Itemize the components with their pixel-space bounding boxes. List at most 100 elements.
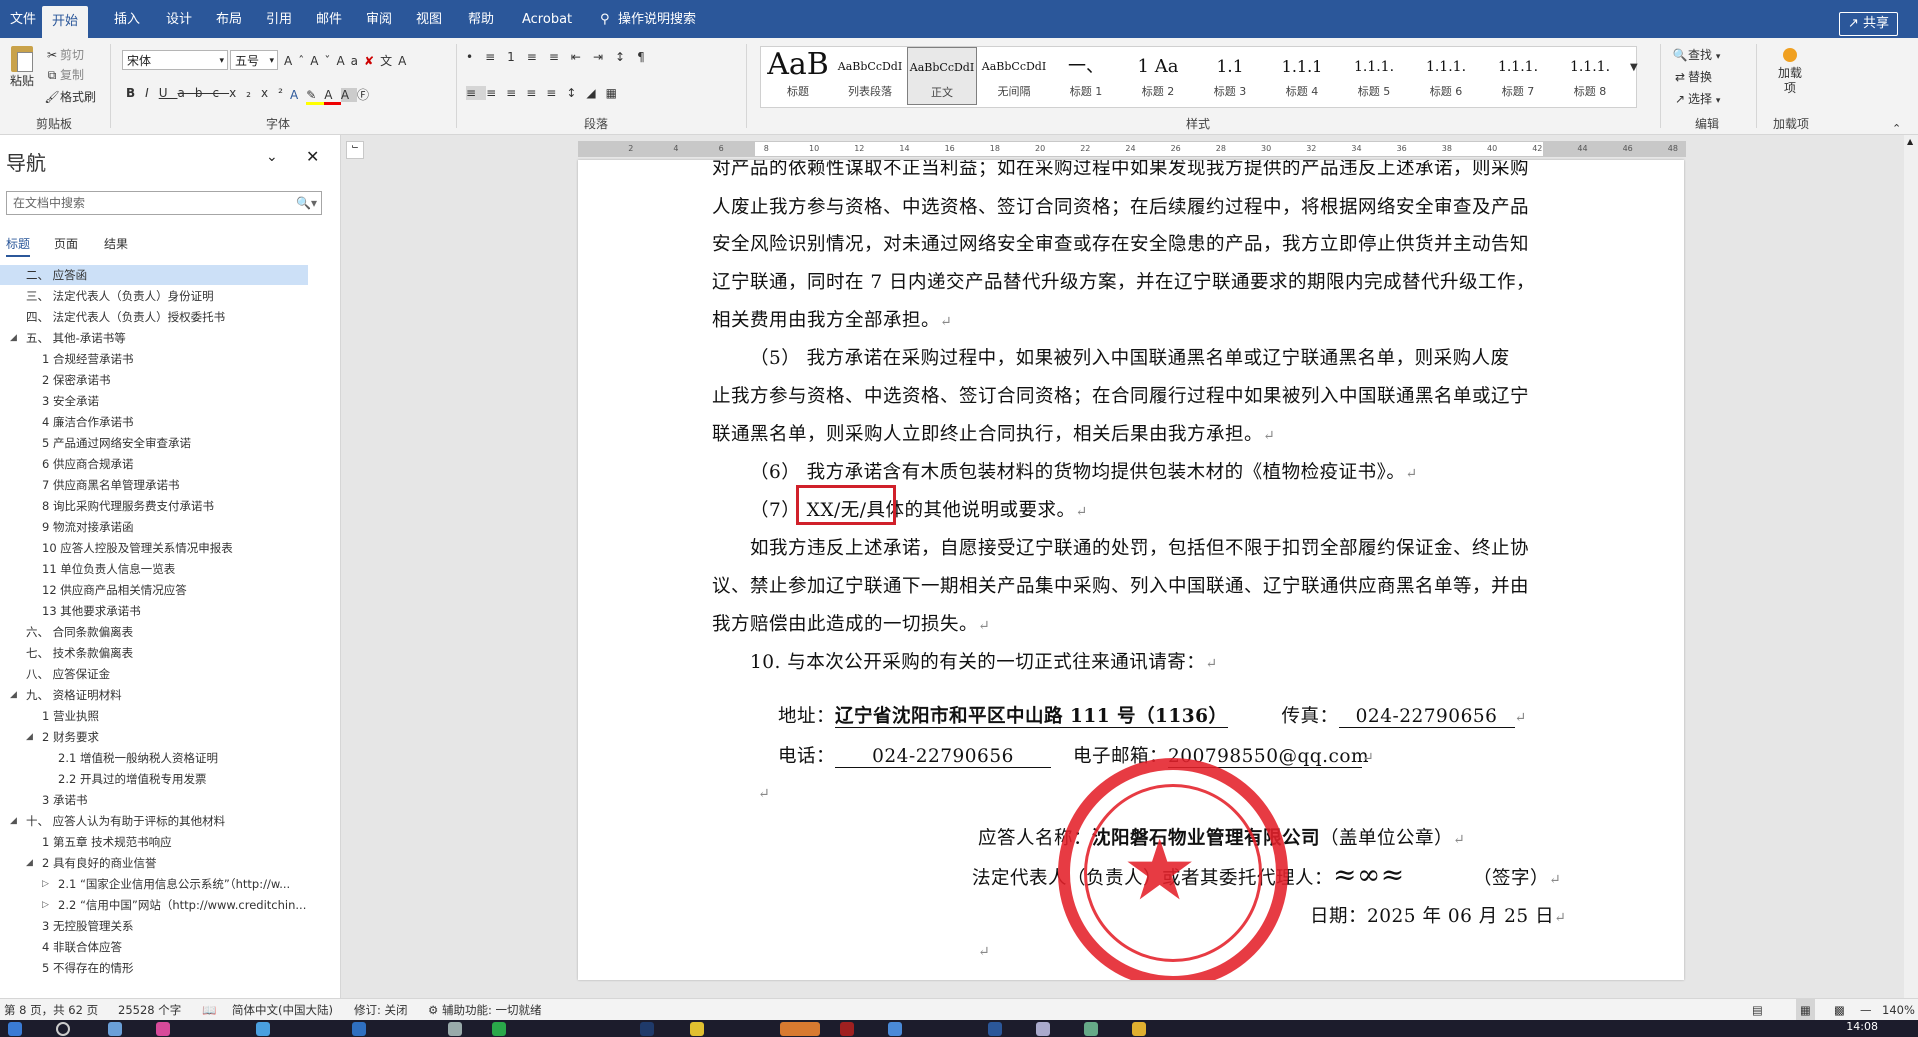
taskbar-app-icon[interactable]	[888, 1022, 902, 1036]
nav-heading-item[interactable]: 2.1 增值税一般纳税人资格证明	[0, 748, 308, 768]
nav-heading-item[interactable]: 4 廉洁合作承诺书	[0, 412, 308, 432]
zoom-level[interactable]: 140%	[1882, 999, 1915, 1021]
expand-triangle-icon[interactable]: ◢	[26, 727, 33, 747]
tab-selector[interactable]: ⌙	[346, 141, 364, 159]
select-button[interactable]: ↗ 选择 ▾	[1672, 90, 1720, 107]
menu-help[interactable]: 帮助	[458, 0, 504, 38]
taskbar-clock[interactable]: 14:08	[1846, 1020, 1878, 1034]
nav-heading-item[interactable]: 二、 应答函	[0, 265, 308, 285]
document-page[interactable]: 对产品的依赖性谋取不正当利益；如在采购过程中如果发现我方提供的产品违反上述承诺，…	[578, 160, 1684, 980]
print-layout-icon[interactable]: ▦	[1796, 999, 1815, 1021]
style-heading-5[interactable]: 1.1.1. 标题 5	[1339, 47, 1409, 105]
font-name-select[interactable]: 宋体 ▾	[122, 50, 228, 70]
nav-heading-item[interactable]: 5 不得存在的情形	[0, 958, 308, 978]
nav-heading-item[interactable]: 10 应答人控股及管理关系情况申报表	[0, 538, 308, 558]
expand-triangle-icon[interactable]: ◢	[10, 328, 17, 348]
nav-heading-item[interactable]: 1 第五章 技术规范书响应	[0, 832, 308, 852]
nav-heading-item[interactable]: ▷ 2.1 “国家企业信用信息公示系统”（http://w...	[0, 874, 308, 894]
nav-heading-item[interactable]: ◢ 2 财务要求	[0, 727, 308, 747]
nav-tab-results[interactable]: 结果	[104, 235, 128, 252]
nav-close-button[interactable]: ✕	[306, 147, 319, 166]
style-heading-2[interactable]: 1 Aa 标题 2	[1123, 47, 1193, 105]
word-count[interactable]: 25528 个字	[118, 999, 181, 1021]
accessibility-status[interactable]: ⚙ 辅助功能: 一切就绪	[428, 999, 542, 1021]
menu-view[interactable]: 视图	[406, 0, 452, 38]
menu-acrobat[interactable]: Acrobat	[512, 0, 582, 38]
copy-button[interactable]: ⧉ 复制	[44, 66, 84, 83]
wechat-icon[interactable]	[492, 1022, 506, 1036]
cut-button[interactable]: ✂ 剪切	[44, 46, 84, 63]
tell-me-search[interactable]: 操作说明搜索	[608, 0, 706, 38]
taskbar-app-icon[interactable]	[108, 1022, 122, 1036]
taskbar-app-icon[interactable]	[1036, 1022, 1050, 1036]
style-heading-1[interactable]: 一、 标题 1	[1051, 47, 1121, 105]
menu-review[interactable]: 审阅	[356, 0, 402, 38]
nav-heading-item[interactable]: 7 供应商黑名单管理承诺书	[0, 475, 308, 495]
taskbar-app-icon[interactable]	[780, 1022, 820, 1036]
taskbar-app-icon[interactable]	[352, 1022, 366, 1036]
nav-heading-item[interactable]: ◢ 十、 应答人认为有助于评标的其他材料	[0, 811, 308, 831]
menu-home[interactable]: 开始	[42, 6, 89, 38]
nav-heading-item[interactable]: 5 产品通过网络安全审查承诺	[0, 433, 308, 453]
nav-heading-item[interactable]: 13 其他要求承诺书	[0, 601, 308, 621]
nav-heading-item[interactable]: ▷ 2.2 “信用中国”网站（http://www.creditchin...	[0, 895, 308, 915]
acrobat-icon[interactable]	[840, 1022, 854, 1036]
nav-heading-item[interactable]: 八、 应答保证金	[0, 664, 308, 684]
nav-heading-item[interactable]: ◢ 九、 资格证明材料	[0, 685, 308, 705]
proofing-icon[interactable]: 📖	[202, 999, 216, 1021]
start-icon[interactable]	[8, 1022, 22, 1036]
style-heading-8[interactable]: 1.1.1. 标题 8	[1555, 47, 1625, 105]
nav-heading-item[interactable]: 3 承诺书	[0, 790, 308, 810]
replace-button[interactable]: ⇄ 替换	[1672, 68, 1712, 85]
nav-heading-item[interactable]: 3 无控股管理关系	[0, 916, 308, 936]
align-buttons[interactable]: ≡≡≡≡≡↕◢▦	[466, 86, 627, 100]
nav-heading-item[interactable]: 2.2 开具过的增值税专用发票	[0, 769, 308, 789]
nav-heading-item[interactable]: 4 非联合体应答	[0, 937, 308, 957]
menu-mailings[interactable]: 邮件	[306, 0, 352, 38]
nav-heading-item[interactable]: 8 询比采购代理服务费支付承诺书	[0, 496, 308, 516]
nav-heading-item[interactable]: 三、 法定代表人（负责人）身份证明	[0, 286, 308, 306]
search-icon[interactable]	[56, 1022, 70, 1036]
menu-design[interactable]: 设计	[156, 0, 202, 38]
nav-search-input[interactable]: 在文档中搜索 🔍▾	[6, 191, 322, 215]
expand-triangle-icon[interactable]: ◢	[26, 853, 33, 873]
nav-tab-headings[interactable]: 标题	[6, 235, 31, 257]
font-size-buttons[interactable]: AˆAˇAa✘文A	[284, 52, 412, 69]
share-button[interactable]: ↗ 共享	[1838, 12, 1898, 36]
nav-tab-pages[interactable]: 页面	[54, 235, 78, 252]
font-color-buttons[interactable]: A✎AAⒻ	[290, 86, 377, 105]
language-status[interactable]: 简体中文(中国大陆)	[232, 999, 333, 1021]
vertical-scrollbar[interactable]: ▲	[1904, 135, 1918, 998]
collapsed-triangle-icon[interactable]: ▷	[42, 874, 49, 894]
taskbar-app-icon[interactable]	[256, 1022, 270, 1036]
nav-heading-item[interactable]: 1 合规经营承诺书	[0, 349, 308, 369]
taskbar-app-icon[interactable]	[1084, 1022, 1098, 1036]
nav-heading-item[interactable]: 6 供应商合规承诺	[0, 454, 308, 474]
styles-more-button[interactable]: ▼	[1630, 62, 1638, 73]
expand-triangle-icon[interactable]: ◢	[10, 685, 17, 705]
track-changes-status[interactable]: 修订: 关闭	[354, 999, 408, 1021]
nav-options-button[interactable]: ⌄	[266, 149, 278, 165]
zoom-slider[interactable]: —	[1860, 999, 1872, 1021]
menu-references[interactable]: 引用	[256, 0, 302, 38]
style-no-spacing[interactable]: AaBbCcDdI 无间隔	[979, 47, 1049, 105]
nav-heading-item[interactable]: 9 物流对接承诺函	[0, 517, 308, 537]
collapsed-triangle-icon[interactable]: ▷	[42, 895, 49, 915]
font-size-select[interactable]: 五号 ▾	[230, 50, 278, 70]
taskbar-app-icon[interactable]	[156, 1022, 170, 1036]
nav-heading-item[interactable]: 六、 合同条款偏离表	[0, 622, 308, 642]
addins-button[interactable]: 加载项	[1766, 46, 1814, 96]
taskbar-app-icon[interactable]	[640, 1022, 654, 1036]
web-layout-icon[interactable]: ▩	[1834, 999, 1845, 1021]
style-heading-3[interactable]: 1.1 标题 3	[1195, 47, 1265, 105]
nav-heading-item[interactable]: ◢ 五、 其他-承诺书等	[0, 328, 308, 348]
page-count[interactable]: 第 8 页，共 62 页	[4, 999, 98, 1021]
folder-icon[interactable]	[1132, 1022, 1146, 1036]
style-heading-4[interactable]: 1.1.1 标题 4	[1267, 47, 1337, 105]
nav-heading-item[interactable]: 四、 法定代表人（负责人）授权委托书	[0, 307, 308, 327]
list-buttons[interactable]: •≡1≡≡⇤⇥↕¶	[466, 50, 657, 64]
style-heading-7[interactable]: 1.1.1. 标题 7	[1483, 47, 1553, 105]
nav-heading-item[interactable]: ◢ 2 具有良好的商业信誉	[0, 853, 308, 873]
nav-heading-item[interactable]: 2 保密承诺书	[0, 370, 308, 390]
find-button[interactable]: 🔍查找 ▾	[1672, 46, 1721, 63]
